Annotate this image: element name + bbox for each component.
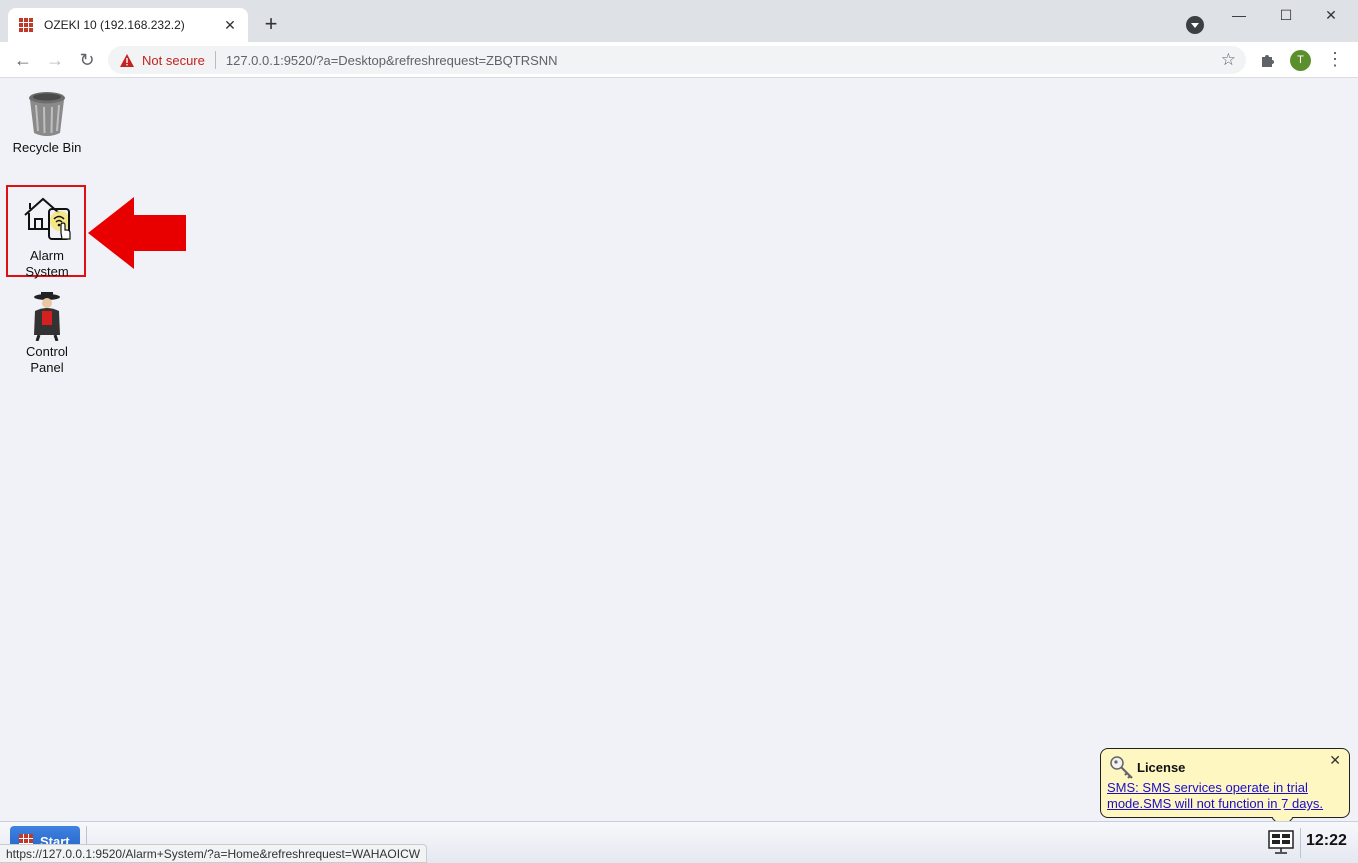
- notification-close-icon[interactable]: ✕: [1329, 752, 1341, 769]
- ozeki-favicon-icon: [19, 18, 33, 32]
- browser-titlebar: OZEKI 10 (192.168.232.2) ✕ + — ☐ ✕: [0, 0, 1358, 42]
- desktop-icon-recycle-bin[interactable]: Recycle Bin: [5, 89, 89, 156]
- browser-menu-icon[interactable]: ⋮: [1326, 48, 1344, 70]
- extensions-puzzle-icon[interactable]: [1259, 51, 1277, 69]
- browser-tab[interactable]: OZEKI 10 (192.168.232.2) ✕: [8, 8, 248, 42]
- reload-icon[interactable]: ↻: [74, 47, 100, 73]
- url-text[interactable]: 127.0.0.1:9520/?a=Desktop&refreshrequest…: [226, 53, 558, 68]
- minimize-button[interactable]: —: [1216, 4, 1262, 26]
- license-warning-link[interactable]: SMS: SMS services operate in trial mode.…: [1107, 780, 1345, 812]
- ozeki-desktop: Recycle Bin Alarm System Control Panel: [0, 79, 1358, 821]
- desktop-icon-control-panel[interactable]: Control Panel: [5, 291, 89, 376]
- system-monitor-icon[interactable]: [1266, 828, 1296, 856]
- omnibox-divider: [214, 51, 216, 69]
- bookmark-star-icon[interactable]: ☆: [1221, 50, 1236, 70]
- clock-divider: [1300, 828, 1301, 858]
- warning-icon: [120, 53, 134, 67]
- tab-title: OZEKI 10 (192.168.232.2): [44, 18, 185, 32]
- new-tab-button[interactable]: +: [258, 12, 284, 38]
- license-notification: License ✕ SMS: SMS services operate in t…: [1100, 748, 1350, 818]
- clock: 12:22: [1306, 832, 1347, 849]
- alarm-system-label-line2: System: [25, 264, 69, 279]
- recycle-bin-label: Recycle Bin: [12, 140, 82, 155]
- close-window-button[interactable]: ✕: [1308, 4, 1354, 26]
- security-label[interactable]: Not secure: [142, 53, 205, 68]
- recycle-bin-icon: [29, 92, 65, 136]
- desktop-icon-alarm-system[interactable]: Alarm System: [5, 189, 89, 280]
- taskbar: Start https://127.0.0.1:9520/Alarm+Syste…: [0, 821, 1358, 863]
- control-panel-label-line2: Panel: [30, 360, 64, 375]
- forward-icon[interactable]: →: [42, 47, 68, 73]
- red-arrow-pointer-icon: [88, 197, 186, 269]
- alarm-system-icon: [24, 197, 71, 240]
- link-status-bar: https://127.0.0.1:9520/Alarm+System/?a=H…: [0, 844, 428, 863]
- browser-toolbar: ← → ↻ Not secure 127.0.0.1:9520/?a=Deskt…: [0, 42, 1358, 78]
- tab-close-icon[interactable]: ✕: [222, 17, 238, 34]
- maximize-button[interactable]: ☐: [1263, 4, 1309, 26]
- notification-title: License: [1137, 760, 1186, 775]
- tab-search-icon[interactable]: [1186, 16, 1204, 34]
- control-panel-icon: [34, 292, 60, 342]
- profile-avatar[interactable]: T: [1290, 50, 1311, 71]
- back-icon[interactable]: ←: [10, 47, 36, 73]
- alarm-system-label-line1: Alarm: [30, 248, 64, 263]
- key-icon: [1110, 756, 1133, 779]
- address-bar[interactable]: Not secure 127.0.0.1:9520/?a=Desktop&ref…: [108, 46, 1246, 74]
- control-panel-label-line1: Control: [26, 344, 68, 359]
